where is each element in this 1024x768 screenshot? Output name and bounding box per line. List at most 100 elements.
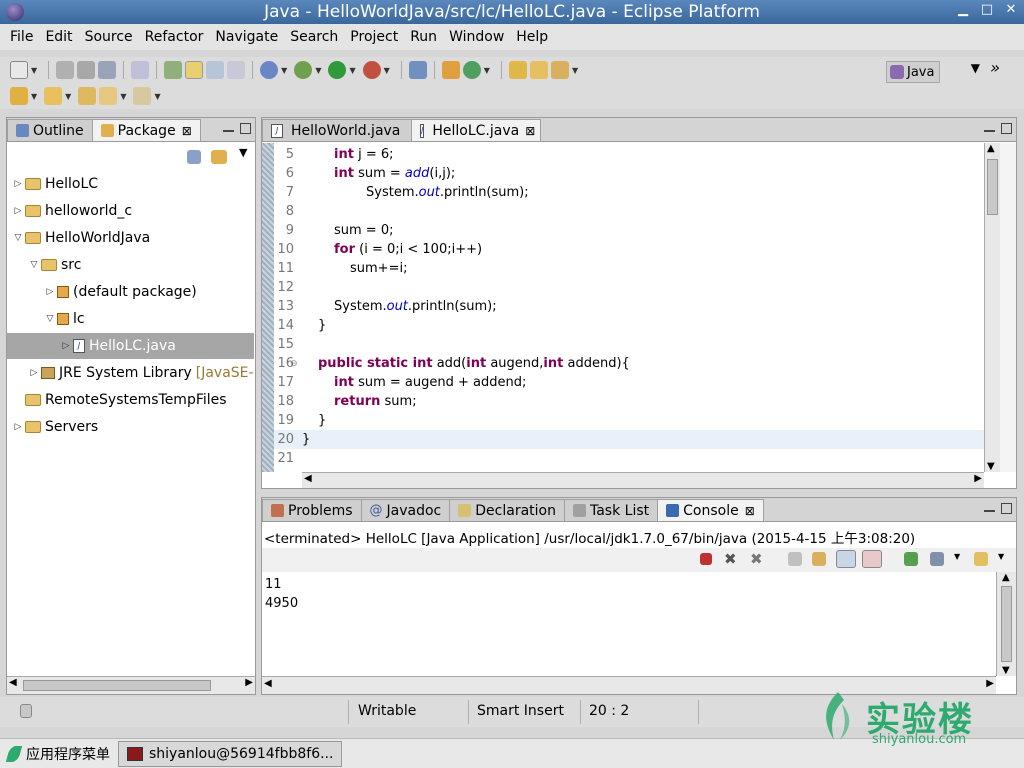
package-horizontal-scrollbar[interactable]: ◀ ▶ <box>7 676 255 694</box>
wand-dropdown-icon[interactable]: ▼ <box>572 66 578 75</box>
scroll-thumb[interactable] <box>23 680 211 691</box>
remove-launch-icon[interactable]: ✖ <box>724 550 737 568</box>
scroll-right-icon[interactable]: ▶ <box>974 473 982 484</box>
tree-item[interactable]: ▷ JRE System Library[JavaSE-1.7] <box>7 360 255 386</box>
scroll-up-icon[interactable]: ▲ <box>1002 572 1010 583</box>
previous-annotation-icon[interactable] <box>44 87 63 105</box>
open-folder-icon[interactable] <box>508 61 527 79</box>
expanded-arrow-icon[interactable]: ▽ <box>43 314 57 324</box>
collapsed-arrow-icon[interactable]: ▷ <box>11 422 25 432</box>
menu-refactor[interactable]: Refactor <box>139 29 210 45</box>
code-line[interactable]: 12 <box>274 278 984 297</box>
console-vertical-scrollbar[interactable]: ▲ ▼ <box>996 572 1016 676</box>
new-class-icon[interactable] <box>462 61 481 79</box>
perspective-dropdown-icon[interactable]: ▼ <box>971 61 980 75</box>
maximize-panel-icon[interactable] <box>1001 123 1012 134</box>
collapsed-arrow-icon[interactable]: ▷ <box>27 368 41 378</box>
tree-item[interactable]: ▷ HelloLC <box>7 171 99 197</box>
next-annotation-icon[interactable] <box>10 87 28 105</box>
code-line[interactable]: 14} <box>274 316 984 335</box>
scroll-thumb[interactable] <box>1001 586 1012 662</box>
tab-problems[interactable]: Problems <box>262 499 362 521</box>
applications-menu-button[interactable]: 应用程序菜单 <box>0 741 118 767</box>
scroll-down-icon[interactable]: ▼ <box>1002 665 1010 676</box>
close-tab-icon[interactable]: ⊠ <box>525 124 535 138</box>
collapsed-arrow-icon[interactable]: ▷ <box>11 206 25 216</box>
run-dropdown-icon[interactable]: ▼ <box>349 66 355 75</box>
tree-item[interactable]: RemoteSystemsTempFiles <box>7 387 227 413</box>
code-line[interactable]: 9 sum = 0; <box>274 221 984 240</box>
code-line[interactable]: 10 for (i = 0;i < 100;i++) <box>274 240 984 259</box>
menu-file[interactable]: File <box>4 29 39 45</box>
last-edit-location-icon[interactable] <box>78 87 97 105</box>
code-line[interactable]: 16 public static int add(int augend,int a… <box>274 354 984 373</box>
code-line[interactable]: 6 int sum = add(i,j); <box>274 164 984 183</box>
code-line[interactable]: 5 int j = 6; <box>274 145 984 164</box>
code-line[interactable]: 15 <box>274 335 984 354</box>
terminate-icon[interactable] <box>700 553 712 565</box>
close-tab-icon[interactable]: ⊠ <box>182 124 192 138</box>
code-line[interactable]: 21 <box>274 449 984 468</box>
toggle-block-selection-icon[interactable] <box>206 61 225 79</box>
fold-collapse-icon[interactable]: ⊖ <box>290 359 298 369</box>
scroll-left-icon[interactable]: ◀ <box>264 678 272 689</box>
forward-icon[interactable] <box>133 87 152 105</box>
display-selected-console-icon[interactable] <box>930 552 944 566</box>
external-tools-icon[interactable] <box>362 61 381 79</box>
save-all-icon[interactable] <box>77 61 96 79</box>
open-perspective-icon[interactable] <box>888 63 906 81</box>
code-line[interactable]: 19} <box>274 411 984 430</box>
binary-icon[interactable] <box>131 61 150 79</box>
menu-search[interactable]: Search <box>284 29 344 45</box>
scroll-left-icon[interactable]: ◀ <box>9 677 17 688</box>
minimize-panel-icon[interactable] <box>984 130 995 134</box>
debug-dropdown-icon[interactable]: ▼ <box>315 66 321 75</box>
show-on-stderr-icon[interactable] <box>862 550 882 568</box>
scroll-up-icon[interactable]: ▲ <box>987 143 995 154</box>
open-file-icon[interactable] <box>529 61 548 79</box>
new-class-dropdown-icon[interactable]: ▼ <box>484 66 490 75</box>
console-output[interactable]: 11 4950 <box>262 572 996 676</box>
toggle-mark-occurrences-icon[interactable] <box>185 61 204 79</box>
tree-item[interactable]: ▽ lc <box>7 306 85 332</box>
code-line[interactable]: 18 return sum; <box>274 392 984 411</box>
code-line[interactable]: 13 System.out.println(sum); <box>274 297 984 316</box>
menu-navigate[interactable]: Navigate <box>209 29 284 45</box>
tab-declaration[interactable]: Declaration <box>449 499 565 521</box>
menu-window[interactable]: Window <box>443 29 510 45</box>
forward-dropdown-icon[interactable]: ▼ <box>154 92 160 101</box>
scroll-lock-icon[interactable] <box>812 552 826 566</box>
tree-item[interactable]: ▽ HelloWorldJava <box>7 225 151 251</box>
editor-horizontal-scrollbar[interactable]: ◀ ▶ <box>302 472 984 488</box>
scroll-down-icon[interactable]: ▼ <box>987 461 995 472</box>
collapsed-arrow-icon[interactable]: ▷ <box>59 341 73 351</box>
close-tab-icon[interactable]: ⊠ <box>745 504 755 518</box>
back-dropdown-icon[interactable]: ▼ <box>120 92 126 101</box>
tree-item[interactable]: ▷ (default package) <box>7 279 197 305</box>
skip-breakpoints-icon[interactable] <box>408 61 427 79</box>
code-line[interactable]: 7 System.out.println(sum); <box>274 183 984 202</box>
external-tools-dropdown-icon[interactable]: ▼ <box>384 66 390 75</box>
scroll-left-icon[interactable]: ◀ <box>304 473 312 484</box>
tab-javadoc[interactable]: @ Javadoc <box>360 499 451 521</box>
new-icon[interactable] <box>10 61 28 79</box>
terminal-task-button[interactable]: shiyanlou@56914fbb8f6... <box>118 740 343 767</box>
scroll-thumb[interactable] <box>987 159 998 215</box>
code-line[interactable]: 11 sum+=i; <box>274 259 984 278</box>
expanded-arrow-icon[interactable]: ▽ <box>11 233 25 243</box>
display-console-dropdown-icon[interactable]: ▼ <box>954 552 960 561</box>
tab-hellolc-java[interactable]: J HelloLC.java ⊠ <box>411 119 541 141</box>
tree-item[interactable]: ▷ Servers <box>7 414 99 440</box>
tab-task-list[interactable]: Task List <box>563 499 659 521</box>
maximize-panel-icon[interactable] <box>240 123 251 134</box>
new-java-project-icon[interactable] <box>441 61 460 79</box>
scroll-right-icon[interactable]: ▶ <box>245 677 253 688</box>
back-icon[interactable] <box>99 87 118 105</box>
collapse-all-icon[interactable] <box>187 150 201 164</box>
next-annotation-dropdown-icon[interactable]: ▼ <box>31 92 37 101</box>
fast-view-icon[interactable] <box>20 704 32 718</box>
clear-console-icon[interactable] <box>788 552 802 566</box>
annotation-icon[interactable] <box>260 61 279 79</box>
link-with-editor-icon[interactable] <box>211 150 227 164</box>
open-type-icon[interactable] <box>164 61 183 79</box>
